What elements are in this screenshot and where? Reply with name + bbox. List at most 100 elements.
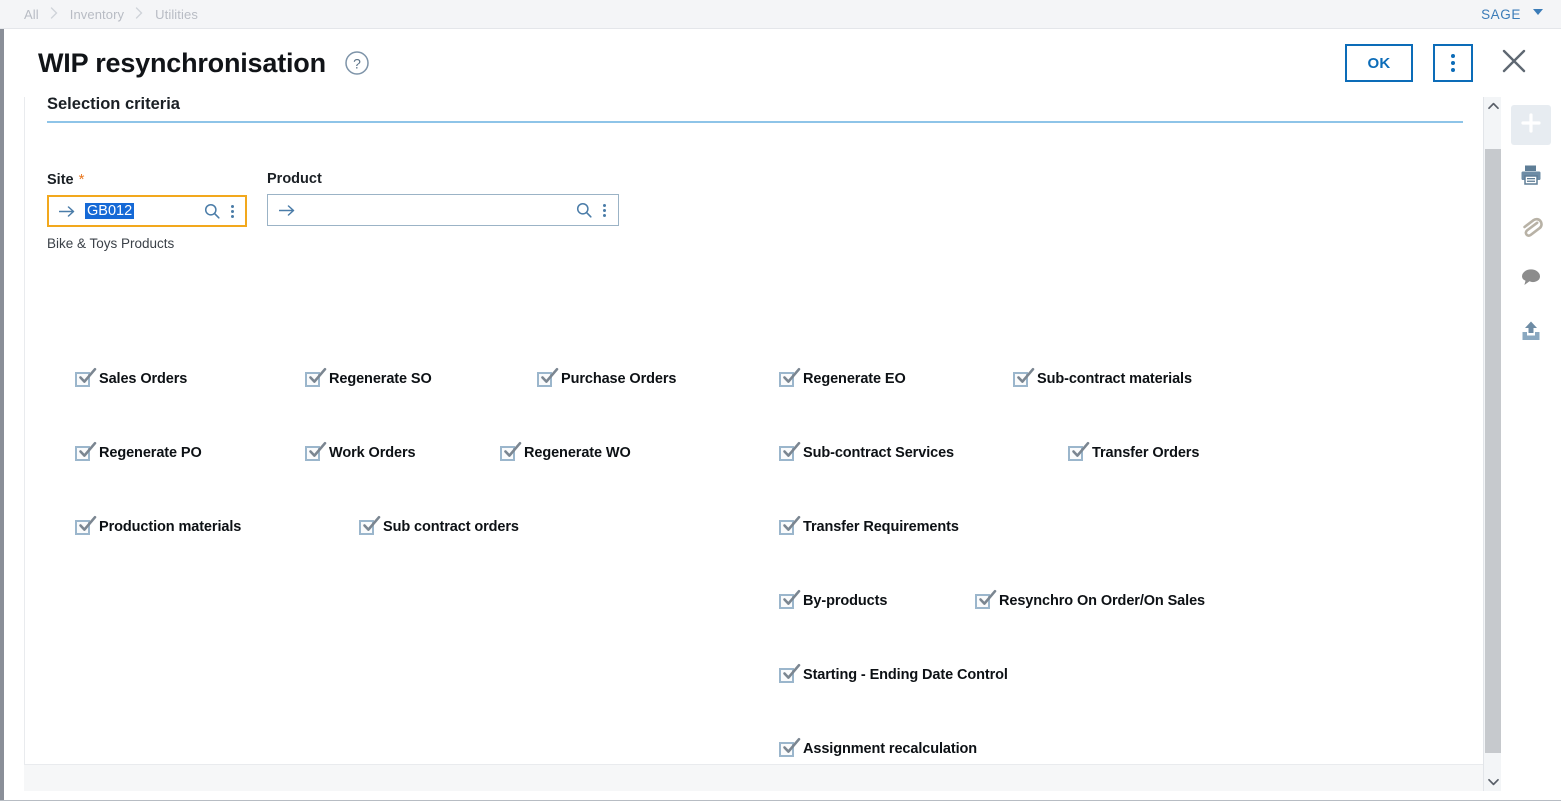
checkbox-label-purchase-orders: Purchase Orders [561,371,677,387]
upload-box-icon [1519,319,1543,348]
check-mark-icon [783,515,801,531]
close-icon [1500,47,1528,80]
attachment-icon-button[interactable] [1511,209,1551,249]
breadcrumb-item-all[interactable]: All [24,7,39,22]
more-actions-button[interactable] [1433,44,1473,82]
app-root: All Inventory Utilities SAGE WIP resynch… [0,0,1561,801]
paperclip-icon [1519,215,1543,244]
more-vertical-icon [1451,54,1455,72]
check-mark-icon [783,589,801,605]
checkbox-regenerate-eo[interactable]: Regenerate EO [779,367,906,387]
checkbox-box-assignment-recalculation[interactable] [779,737,801,757]
check-mark-icon [783,367,801,383]
checkbox-box-sub-contract-services[interactable] [779,441,801,461]
checkbox-work-orders[interactable]: Work Orders [305,441,416,461]
checkbox-label-starting-ending-date-control: Starting - Ending Date Control [803,667,1008,683]
checkbox-label-assignment-recalculation: Assignment recalculation [803,741,978,757]
check-mark-icon [309,367,327,383]
checkbox-box-transfer-requirements[interactable] [779,515,801,535]
checkbox-regenerate-so[interactable]: Regenerate SO [305,367,432,387]
checkbox-purchase-orders[interactable]: Purchase Orders [537,367,677,387]
chevron-right-icon [50,7,59,19]
checkbox-sub-contract-materials[interactable]: Sub-contract materials [1013,367,1192,387]
checkbox-label-regenerate-eo: Regenerate EO [803,371,906,387]
check-mark-icon [79,441,97,457]
checkbox-box-sub-contract-orders[interactable] [359,515,381,535]
checkbox-label-production-materials: Production materials [99,519,242,535]
checkbox-label-transfer-orders: Transfer Orders [1092,445,1200,461]
checkbox-box-production-materials[interactable] [75,515,97,535]
checkbox-by-products[interactable]: By-products [779,589,888,609]
close-button[interactable] [1493,42,1535,84]
checkbox-box-regenerate-eo[interactable] [779,367,801,387]
checkbox-label-sub-contract-orders: Sub contract orders [383,519,519,535]
check-mark-icon [363,515,381,531]
checkbox-box-starting-ending-date-control[interactable] [779,663,801,683]
chevron-down-icon[interactable] [1533,8,1543,18]
page-title: WIP resynchronisation [38,47,326,78]
checkbox-box-sales-orders[interactable] [75,367,97,387]
checkbox-box-resynchro-on-order-on-sales[interactable] [975,589,997,609]
check-mark-icon [504,441,522,457]
checkbox-regenerate-po[interactable]: Regenerate PO [75,441,202,461]
checkbox-box-sub-contract-materials[interactable] [1013,367,1035,387]
checkbox-label-regenerate-po: Regenerate PO [99,445,202,461]
checkbox-label-sub-contract-materials: Sub-contract materials [1037,371,1192,387]
ok-button[interactable]: OK [1345,44,1413,82]
checkbox-label-sub-contract-services: Sub-contract Services [803,445,955,461]
checkbox-sub-contract-services[interactable]: Sub-contract Services [779,441,955,461]
checkbox-label-resynchro-on-order-on-sales: Resynchro On Order/On Sales [999,593,1206,609]
checkbox-box-regenerate-po[interactable] [75,441,97,461]
question-circle-icon[interactable]: ? [344,50,370,76]
check-mark-icon [541,367,559,383]
checkbox-regenerate-wo[interactable]: Regenerate WO [500,441,631,461]
check-mark-icon [783,663,801,679]
checkbox-assignment-recalculation[interactable]: Assignment recalculation [779,737,978,757]
check-mark-icon [783,737,801,753]
checkbox-label-by-products: By-products [803,593,888,609]
checkbox-box-regenerate-wo[interactable] [500,441,522,461]
checkbox-starting-ending-date-control[interactable]: Starting - Ending Date Control [779,663,1008,683]
breadcrumb-item-inventory[interactable]: Inventory [70,7,124,22]
print-icon-button[interactable] [1511,157,1551,197]
account-menu-label[interactable]: SAGE [1481,7,1521,22]
check-mark-icon [309,441,327,457]
breadcrumb-item-utilities[interactable]: Utilities [155,7,198,22]
dialog-header: WIP resynchronisation ? OK [4,29,1561,97]
check-mark-icon [79,367,97,383]
checkbox-grid: Sales Orders Regenerate SO Purchase Orders… [25,97,1487,764]
checkbox-label-transfer-requirements: Transfer Requirements [803,519,959,535]
plus-icon [1519,111,1543,140]
checkbox-production-materials[interactable]: Production materials [75,515,242,535]
checkbox-sales-orders[interactable]: Sales Orders [75,367,187,387]
checkbox-box-work-orders[interactable] [305,441,327,461]
vertical-scrollbar[interactable] [1483,97,1502,791]
scroll-up-button[interactable] [1484,97,1502,115]
check-mark-icon [79,515,97,531]
chevron-right-icon-2 [135,7,144,19]
scroll-down-button[interactable] [1484,773,1502,791]
checkbox-transfer-orders[interactable]: Transfer Orders [1068,441,1200,461]
checkbox-transfer-requirements[interactable]: Transfer Requirements [779,515,959,535]
selection-criteria-panel: Selection criteria Site * GB012 Bike & T… [24,97,1488,765]
printer-icon [1519,163,1543,192]
checkbox-box-by-products[interactable] [779,589,801,609]
checkbox-label-regenerate-wo: Regenerate WO [524,445,631,461]
checkbox-label-work-orders: Work Orders [329,445,416,461]
check-mark-icon [1072,441,1090,457]
check-mark-icon [1017,367,1035,383]
speech-bubble-icon [1519,267,1543,296]
checkbox-box-regenerate-so[interactable] [305,367,327,387]
checkbox-resynchro-on-order-on-sales[interactable]: Resynchro On Order/On Sales [975,589,1206,609]
checkbox-sub-contract-orders[interactable]: Sub contract orders [359,515,519,535]
comment-icon-button[interactable] [1511,261,1551,301]
check-mark-icon [783,441,801,457]
share-icon-button[interactable] [1511,313,1551,353]
right-action-rail [1501,97,1561,791]
breadcrumb-bar: All Inventory Utilities SAGE [0,0,1561,29]
add-icon-button[interactable] [1511,105,1551,145]
dialog-body: Selection criteria Site * GB012 Bike & T… [24,97,1505,791]
checkbox-box-purchase-orders[interactable] [537,367,559,387]
scrollbar-thumb[interactable] [1485,149,1501,753]
checkbox-box-transfer-orders[interactable] [1068,441,1090,461]
